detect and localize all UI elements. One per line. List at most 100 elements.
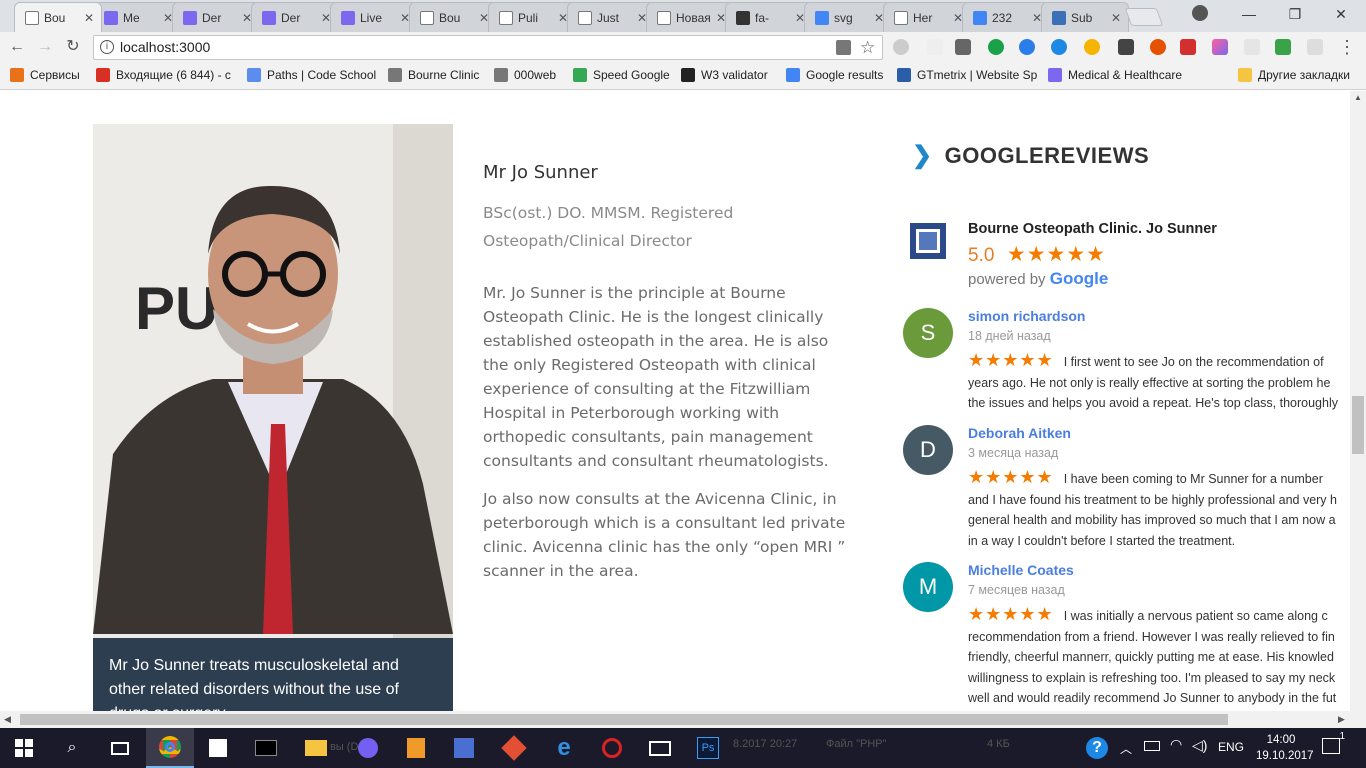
reload-button[interactable]: ↻: [61, 35, 85, 59]
browser-tab[interactable]: Her ✕: [883, 2, 971, 32]
wifi-icon[interactable]: ◠: [1170, 736, 1182, 753]
menu-icon[interactable]: ⋮: [1335, 35, 1359, 59]
browser-tab[interactable]: 232 ✕: [962, 2, 1050, 32]
tab-label: Новая: [676, 10, 711, 25]
eyedropper-extension-icon[interactable]: [1118, 39, 1134, 55]
avatar[interactable]: M: [903, 562, 953, 612]
taskbar-redapp[interactable]: [588, 728, 636, 768]
bookmark-star-icon[interactable]: ☆: [860, 36, 875, 59]
vertical-scrollbar[interactable]: ▲: [1350, 91, 1366, 711]
browser-tab[interactable]: Me ✕: [93, 2, 181, 32]
review-text-line: well and would readily recommend Jo Sunn…: [968, 688, 1350, 709]
minimize-button[interactable]: —: [1226, 0, 1272, 28]
bookmark-item[interactable]: Bourne Clinic: [388, 68, 479, 82]
close-window-button[interactable]: ✕: [1318, 0, 1364, 28]
reviewer-name[interactable]: Michelle Coates: [968, 562, 1074, 578]
bookmark-item[interactable]: Speed Google: [573, 68, 670, 82]
id-extension-icon[interactable]: [1307, 39, 1323, 55]
blank-extension-icon[interactable]: [1244, 39, 1260, 55]
volume-icon[interactable]: ◁): [1192, 737, 1207, 754]
taskbar-store[interactable]: [194, 728, 242, 768]
forward-button[interactable]: →: [33, 35, 57, 59]
new-tab-button[interactable]: [1124, 8, 1164, 26]
browser-tab[interactable]: Sub ✕: [1041, 2, 1129, 32]
gear-extension-icon[interactable]: [893, 39, 909, 55]
translate-icon[interactable]: [836, 40, 851, 55]
taskbar-sublime[interactable]: [392, 728, 440, 768]
taskbar-photoshop[interactable]: Ps: [684, 728, 732, 768]
green-extension-icon[interactable]: [988, 39, 1004, 55]
ft-extension-icon[interactable]: [927, 39, 943, 55]
profile-icon[interactable]: [1192, 5, 1208, 21]
bookmark-item[interactable]: GTmetrix | Website Sp: [897, 68, 1037, 82]
browser-tab[interactable]: fa- ✕: [725, 2, 813, 32]
info-icon[interactable]: i: [100, 40, 114, 54]
taskbar-git[interactable]: [490, 728, 538, 768]
taskbar-save-app[interactable]: [440, 728, 488, 768]
browser-tab[interactable]: Новая ✕: [646, 2, 734, 32]
review-line-text: I have been coming to Mr Sunner for a nu…: [1063, 472, 1323, 486]
taskbar-viber[interactable]: [344, 728, 392, 768]
start-button[interactable]: [0, 728, 48, 768]
flag-icon: [736, 10, 750, 25]
help-button[interactable]: ?: [1073, 728, 1121, 768]
horizontal-scrollbar[interactable]: ◀ ▶: [0, 711, 1366, 728]
search-button[interactable]: ⌕: [48, 728, 96, 768]
bookmark-item[interactable]: Входящие (6 844) - c: [96, 68, 231, 82]
notifications-button[interactable]: 1: [1322, 731, 1345, 754]
maximize-button[interactable]: ❐: [1272, 0, 1318, 28]
avatar[interactable]: S: [903, 308, 953, 358]
taskbar-edge[interactable]: e: [540, 728, 588, 768]
bookmark-item[interactable]: 000web: [494, 68, 556, 82]
language-indicator[interactable]: ENG: [1218, 740, 1244, 754]
windows-taskbar: ⌕ вы (D:) e Ps 8.2017 20:27 Файл "PHP" 4…: [0, 728, 1366, 768]
browser-tab[interactable]: svg ✕: [804, 2, 892, 32]
close-icon[interactable]: ✕: [1110, 11, 1122, 25]
close-icon[interactable]: ✕: [83, 11, 95, 25]
review-text-line: ★★★★★ I have been coming to Mr Sunner for…: [968, 467, 1350, 490]
bookmark-other[interactable]: Другие закладки: [1238, 68, 1350, 82]
place-name[interactable]: Bourne Osteopath Clinic. Jo Sunner: [968, 221, 1217, 237]
taskbar-cmd[interactable]: [242, 728, 290, 768]
gradient-extension-icon[interactable]: [1212, 39, 1228, 55]
coin-extension-icon[interactable]: [1084, 39, 1100, 55]
avatar[interactable]: D: [903, 425, 953, 475]
messenger-extension-icon[interactable]: [1051, 39, 1067, 55]
battery-icon[interactable]: [1144, 741, 1160, 751]
address-bar[interactable]: i localhost:3000 ☆: [93, 35, 883, 60]
store-icon: [209, 739, 227, 757]
bookmark-item[interactable]: Medical & Healthcare: [1048, 68, 1182, 82]
reviewer-name[interactable]: simon richardson: [968, 308, 1085, 324]
beta-extension-icon[interactable]: [1275, 39, 1291, 55]
clock[interactable]: 14:00 19.10.2017: [1256, 732, 1314, 764]
browser-tab[interactable]: Puli ✕: [488, 2, 576, 32]
task-view-button[interactable]: [96, 728, 144, 768]
columns-extension-icon[interactable]: [955, 39, 971, 55]
bookmark-item[interactable]: Сервисы: [10, 68, 80, 82]
scroll-left-arrow[interactable]: ◀: [4, 714, 11, 725]
fire-extension-icon[interactable]: [1150, 39, 1166, 55]
badge-extension-icon[interactable]: [1180, 39, 1196, 55]
back-button[interactable]: ←: [5, 35, 29, 59]
bookmark-item[interactable]: Google results: [786, 68, 883, 82]
browser-tab[interactable]: Bou ✕: [14, 2, 102, 32]
bookmark-label: Medical & Healthcare: [1068, 68, 1183, 82]
browser-tab[interactable]: Der ✕: [172, 2, 260, 32]
reviewer-name[interactable]: Deborah Aitken: [968, 425, 1071, 441]
review-date: 7 месяцев назад: [968, 583, 1065, 597]
browser-tab[interactable]: Bou ✕: [409, 2, 497, 32]
bookmark-item[interactable]: Paths | Code School: [247, 68, 376, 82]
portrait-illustration: PU E: [93, 124, 453, 638]
taskbar-mail[interactable]: [636, 728, 684, 768]
scroll-up-arrow[interactable]: ▲: [1354, 93, 1362, 102]
taskbar-chrome[interactable]: [146, 728, 194, 768]
bookmark-item[interactable]: W3 validator: [681, 68, 768, 82]
scrollbar-thumb[interactable]: [1352, 396, 1364, 454]
tray-chevron-icon[interactable]: ︿: [1120, 740, 1132, 757]
scroll-right-arrow[interactable]: ▶: [1338, 714, 1345, 725]
check-extension-icon[interactable]: [1019, 39, 1035, 55]
browser-tab[interactable]: Just ✕: [567, 2, 655, 32]
scrollbar-thumb[interactable]: [20, 714, 1228, 725]
browser-tab[interactable]: Der ✕: [251, 2, 339, 32]
browser-tab[interactable]: Live ✕: [330, 2, 418, 32]
